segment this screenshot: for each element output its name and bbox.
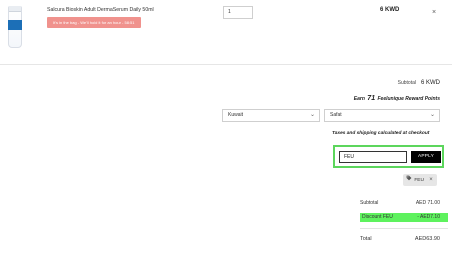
- discount-row: Discount FEU - AED7.10: [360, 213, 448, 222]
- cart-subtotal-label: Subtotal: [397, 80, 416, 86]
- earn-points: 71: [367, 95, 376, 102]
- city-value: Safat: [330, 112, 342, 118]
- total-value: AED63.90: [414, 236, 440, 242]
- product-price: 6 KWD: [380, 7, 400, 13]
- tax-shipping-note: Taxes and shipping calculated at checkou…: [332, 131, 430, 136]
- reward-points-note: Earn 71 Feelunique Reward Points: [354, 95, 440, 102]
- city-select[interactable]: Safat ⌄: [324, 109, 440, 122]
- apply-coupon-button[interactable]: APPLY: [411, 151, 441, 163]
- applied-coupon-chip: FEU ×: [403, 174, 437, 186]
- remove-item-icon[interactable]: ×: [432, 9, 436, 16]
- applied-coupon-code: FEU: [414, 178, 424, 183]
- product-label-band: [8, 20, 22, 30]
- total-label: Total: [360, 236, 372, 242]
- total-row: Total AED63.90: [360, 236, 448, 242]
- totals-subtotal-label: Subtotal: [360, 200, 379, 206]
- cart-subtotal-value: 6 KWD: [420, 80, 440, 86]
- cart-subtotal: Subtotal 6 KWD: [398, 80, 440, 86]
- section-divider: [0, 64, 452, 65]
- totals-subtotal-value: AED 71.00: [415, 200, 440, 206]
- chevron-down-icon: ⌄: [309, 112, 315, 118]
- country-select[interactable]: Kuwait ⌄: [222, 109, 320, 122]
- country-value: Kuwait: [228, 112, 244, 118]
- product-name[interactable]: Salcura Bioskin Adult DermaSerum Daily 5…: [47, 7, 154, 13]
- earn-suffix: Feelunique Reward Points: [377, 96, 440, 102]
- hold-timer-alert: It's in the bag - We'll hold it for an h…: [47, 17, 141, 28]
- coupon-input[interactable]: FEU: [339, 151, 407, 163]
- discount-label: Discount FEU: [362, 214, 393, 220]
- tag-icon: [406, 175, 413, 187]
- quantity-input[interactable]: 1: [223, 6, 253, 19]
- coupon-form: FEU APPLY: [333, 145, 444, 168]
- product-cap: [9, 6, 21, 12]
- earn-prefix: Earn: [353, 96, 365, 102]
- totals-subtotal-row: Subtotal AED 71.00: [360, 200, 448, 206]
- remove-coupon-icon[interactable]: ×: [429, 177, 433, 183]
- totals-divider: [360, 228, 448, 229]
- chevron-down-icon: ⌄: [429, 112, 435, 118]
- discount-value: - AED7.10: [417, 214, 440, 220]
- product-thumbnail[interactable]: [5, 6, 23, 48]
